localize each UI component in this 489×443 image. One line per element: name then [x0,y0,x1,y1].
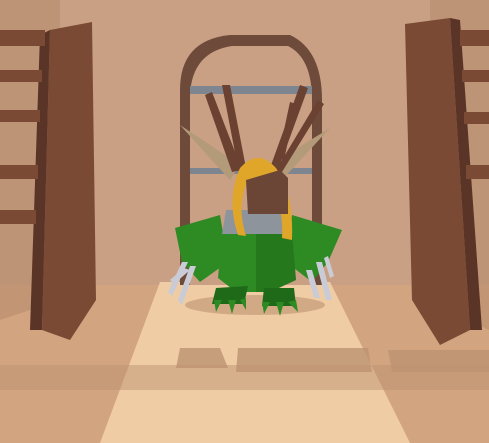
right-rail-4 [466,165,489,179]
right-rail-3 [464,112,489,124]
door-mullion-top [190,86,312,94]
left-rail-2 [0,70,42,82]
left-rail-5 [0,210,36,224]
left-rail-3 [0,110,40,122]
game-viewport[interactable] [0,0,489,443]
scene-canvas[interactable] [0,0,489,443]
creature-shadow [185,295,325,315]
window-shadow-3 [388,350,489,372]
right-rail-2 [462,70,489,82]
left-railing-post [42,22,96,340]
window-shadow-1 [176,348,228,368]
window-shadow-2 [236,348,372,372]
left-rail-1 [0,30,45,46]
left-rail-4 [0,165,38,179]
right-rail-1 [460,30,489,46]
